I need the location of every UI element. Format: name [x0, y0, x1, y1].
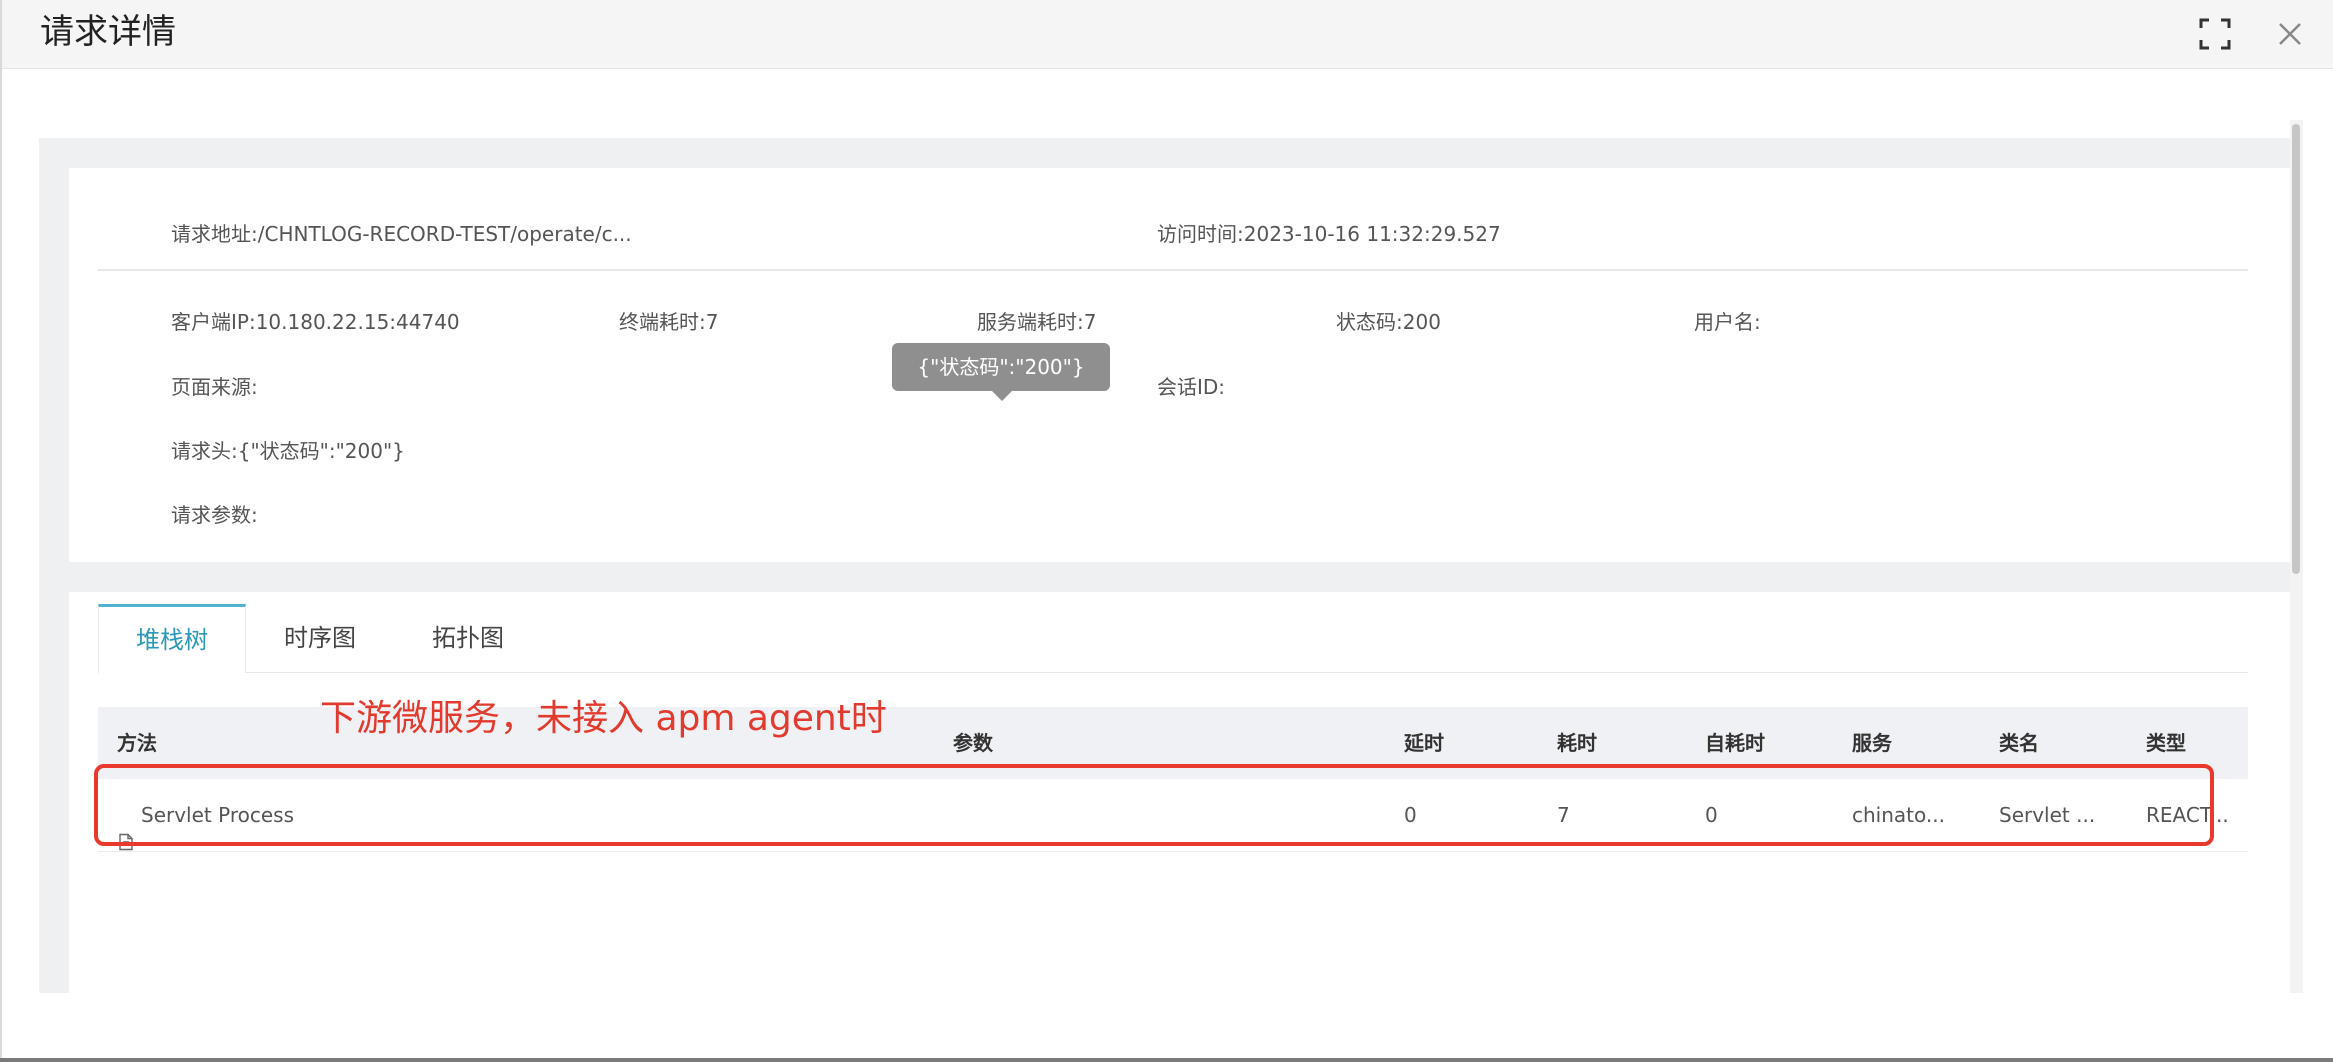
- annotation-highlight-box: [94, 764, 2214, 846]
- dialog-header: 请求详情: [2, 0, 2333, 69]
- tab-sequence-diagram[interactable]: 时序图: [246, 604, 394, 672]
- annotation-text: 下游微服务，未接入 apm agent时: [320, 698, 887, 739]
- dialog-body: 请求地址:/CHNTLOG-RECORD-TEST/operate/c... 访…: [39, 138, 2303, 993]
- visit-time-field: 访问时间:2023-10-16 11:32:29.527: [1157, 220, 1501, 248]
- dialog-title: 请求详情: [40, 12, 176, 52]
- request-header-value[interactable]: {"状态码":"200"}: [238, 439, 405, 463]
- close-icon[interactable]: [2270, 14, 2310, 54]
- server-cost-field: 服务端耗时:7: [977, 308, 1096, 336]
- page-source-field: 页面来源:: [171, 373, 258, 401]
- status-code-field: 状态码:200: [1336, 308, 1441, 336]
- request-params-label: 请求参数:: [171, 503, 258, 527]
- divider: [98, 269, 2248, 271]
- request-header-label: 请求头:: [171, 439, 238, 463]
- visit-time-label: 访问时间:: [1157, 222, 1244, 246]
- fullscreen-icon[interactable]: [2195, 14, 2235, 54]
- username-label: 用户名:: [1694, 310, 1761, 334]
- server-cost-label: 服务端耗时:: [977, 310, 1084, 334]
- request-url-label: 请求地址:: [171, 222, 258, 246]
- client-ip-field: 客户端IP:10.180.22.15:44740: [171, 308, 460, 336]
- request-header-tooltip: {"状态码":"200"}: [892, 343, 1110, 401]
- session-id-field: 会话ID:: [1157, 373, 1225, 401]
- client-cost-value: 7: [705, 310, 719, 334]
- request-url-field: 请求地址:/CHNTLOG-RECORD-TEST/operate/c...: [171, 220, 632, 248]
- client-ip-value: 10.180.22.15:44740: [255, 310, 460, 334]
- tab-topology[interactable]: 拓扑图: [394, 604, 542, 672]
- visit-time-value: 2023-10-16 11:32:29.527: [1243, 222, 1501, 246]
- request-detail-dialog: 请求详情 请求地址:/CHNTLOG-RECORD-TEST/operate/c…: [0, 0, 2333, 1058]
- request-url-value: /CHNTLOG-RECORD-TEST/operate/c...: [257, 222, 632, 246]
- page-source-label: 页面来源:: [171, 375, 258, 399]
- username-field: 用户名:: [1694, 308, 1761, 336]
- scrollbar-thumb[interactable]: [2292, 124, 2300, 574]
- client-ip-label: 客户端IP:: [171, 310, 256, 334]
- request-info-card: 请求地址:/CHNTLOG-RECORD-TEST/operate/c... 访…: [69, 168, 2303, 562]
- client-cost-label: 终端耗时:: [619, 310, 706, 334]
- status-code-label: 状态码:: [1336, 310, 1403, 334]
- status-code-value: 200: [1402, 310, 1441, 334]
- server-cost-value: 7: [1083, 310, 1097, 334]
- request-params-field: 请求参数:: [171, 501, 258, 529]
- request-header-field[interactable]: 请求头:{"状态码":"200"}: [171, 437, 405, 465]
- client-cost-field: 终端耗时:7: [619, 308, 718, 336]
- tab-bar: 堆栈树 时序图 拓扑图: [98, 604, 2248, 673]
- session-id-label: 会话ID:: [1157, 375, 1226, 399]
- tab-stack-tree[interactable]: 堆栈树: [98, 604, 246, 673]
